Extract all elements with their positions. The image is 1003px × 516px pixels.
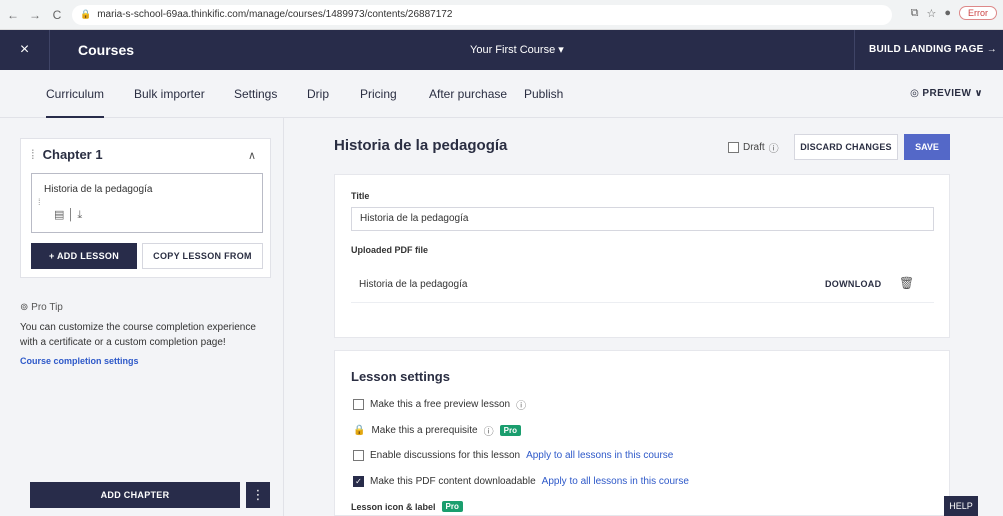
forward-icon[interactable]: → — [26, 8, 44, 22]
tab-curriculum[interactable]: Curriculum — [46, 70, 105, 118]
course-selector[interactable]: Your First Course ▾ — [470, 30, 564, 70]
lesson-item[interactable]: Historia de la pedagogía ⁞ ▤ │ ⤓ — [31, 173, 263, 233]
lock-icon: 🔒 — [80, 9, 92, 19]
info-icon[interactable]: ⓘ — [769, 140, 779, 155]
downloadable-setting: ✓ Make this PDF content downloadable App… — [353, 476, 689, 487]
build-landing-page-button[interactable]: BUILD LANDING PAGE → — [853, 30, 1003, 70]
help-button[interactable]: HELP — [944, 496, 978, 516]
lesson-type-icons: ▤ │ ⤓ — [54, 209, 83, 221]
back-icon[interactable]: ← — [4, 8, 22, 22]
add-lesson-button[interactable]: + ADD LESSON — [31, 243, 137, 269]
downloadable-checkbox[interactable]: ✓ — [353, 476, 364, 487]
pdf-file-icon: ▤ — [54, 209, 65, 221]
copy-lesson-button[interactable]: COPY LESSON FROM — [142, 243, 263, 269]
profile-icon[interactable]: ● — [944, 7, 951, 19]
lesson-drag-handle-icon[interactable]: ⁞ — [38, 197, 41, 207]
tab-settings[interactable]: Settings — [234, 70, 277, 118]
lesson-item-label: Historia de la pedagogía — [44, 184, 153, 195]
pdf-file-name: Historia de la pedagogía — [359, 279, 468, 290]
preview-button[interactable]: ◎ PREVIEW ∨ — [910, 70, 983, 118]
lesson-icon-label-setting: Lesson icon & label Pro — [351, 501, 463, 512]
discard-changes-button[interactable]: DISCARD CHANGES — [794, 134, 898, 160]
lesson-content-card: Title Historia de la pedagogía Uploaded … — [334, 174, 950, 338]
pdf-file-row: Historia de la pedagogía DOWNLOAD 🗑 — [351, 267, 934, 303]
tab-bulk-importer[interactable]: Bulk importer — [134, 70, 205, 118]
chapter-card: ⁞ Chapter 1 ∧ Historia de la pedagogía ⁞ … — [20, 138, 271, 278]
draft-toggle[interactable]: Draft ⓘ — [728, 140, 779, 155]
tab-bar: Curriculum Bulk importer Settings Drip P… — [0, 70, 1003, 118]
pro-badge: Pro — [499, 425, 521, 436]
tab-publish[interactable]: Publish — [524, 70, 563, 118]
course-completion-settings-link[interactable]: Course completion settings — [20, 356, 139, 366]
chapter-header[interactable]: ⁞ Chapter 1 — [31, 147, 103, 162]
url-text: maria-s-school-69aa.thinkific.com/manage… — [97, 9, 453, 20]
apply-all-discussions-link[interactable]: Apply to all lessons in this course — [526, 450, 673, 461]
pdf-field-label: Uploaded PDF file — [351, 245, 429, 255]
eye-icon: ◎ — [910, 88, 923, 99]
info-icon[interactable]: ⓘ — [484, 423, 494, 438]
title-field-label: Title — [351, 191, 370, 201]
browser-toolbar: ← → C 🔒 maria-s-school-69aa.thinkific.co… — [0, 0, 1003, 30]
browser-actions: ⧉ ☆ ● Error — [911, 6, 997, 20]
save-button[interactable]: SAVE — [904, 134, 950, 160]
drag-handle-icon[interactable]: ⁞ — [31, 147, 35, 162]
close-icon[interactable]: × — [0, 30, 50, 70]
extension-icon[interactable]: ⧉ — [911, 7, 919, 20]
add-chapter-button[interactable]: ADD CHAPTER — [30, 482, 240, 508]
free-preview-checkbox[interactable] — [353, 399, 364, 410]
lock-icon: 🔒 — [353, 425, 366, 436]
address-bar[interactable]: 🔒 maria-s-school-69aa.thinkific.com/mana… — [72, 4, 892, 25]
protip-text: You can customize the course completion … — [20, 322, 256, 348]
discussions-checkbox[interactable] — [353, 450, 364, 461]
error-pill[interactable]: Error — [959, 6, 997, 20]
discussions-setting: Enable discussions for this lesson Apply… — [353, 450, 673, 461]
free-preview-setting: Make this a free preview lesson ⓘ — [353, 397, 526, 412]
lesson-settings-heading: Lesson settings — [351, 369, 450, 384]
apply-all-downloadable-link[interactable]: Apply to all lessons in this course — [542, 476, 689, 487]
tab-after-purchase[interactable]: After purchase — [429, 70, 507, 118]
star-icon[interactable]: ☆ — [926, 7, 936, 20]
tab-drip[interactable]: Drip — [307, 70, 329, 118]
download-icon: ⤓ — [77, 209, 83, 221]
trash-icon[interactable]: 🗑 — [899, 276, 914, 290]
draft-checkbox[interactable] — [728, 142, 739, 153]
protip-heading: ⊚ Pro Tip — [20, 302, 63, 313]
prerequisite-setting: 🔒 Make this a prerequisite ⓘ Pro — [353, 423, 521, 438]
title-input[interactable]: Historia de la pedagogía — [351, 207, 934, 231]
lightbulb-icon: ⊚ — [20, 302, 32, 313]
download-button[interactable]: DOWNLOAD — [825, 279, 881, 289]
pro-badge: Pro — [441, 501, 463, 512]
section-title: Courses — [78, 42, 135, 58]
tab-pricing[interactable]: Pricing — [360, 70, 397, 118]
reload-icon[interactable]: C — [48, 8, 66, 22]
curriculum-sidebar: ⁞ Chapter 1 ∧ Historia de la pedagogía ⁞ … — [0, 118, 284, 516]
app-topbar: × Courses Your First Course ▾ BUILD LAND… — [0, 30, 1003, 70]
info-icon[interactable]: ⓘ — [516, 397, 526, 412]
more-options-icon[interactable]: ⋮ — [246, 482, 270, 508]
lesson-settings-card: Lesson settings Make this a free preview… — [334, 350, 950, 516]
chevron-up-icon[interactable]: ∧ — [248, 149, 256, 162]
lesson-title: Historia de la pedagogía — [334, 137, 508, 154]
